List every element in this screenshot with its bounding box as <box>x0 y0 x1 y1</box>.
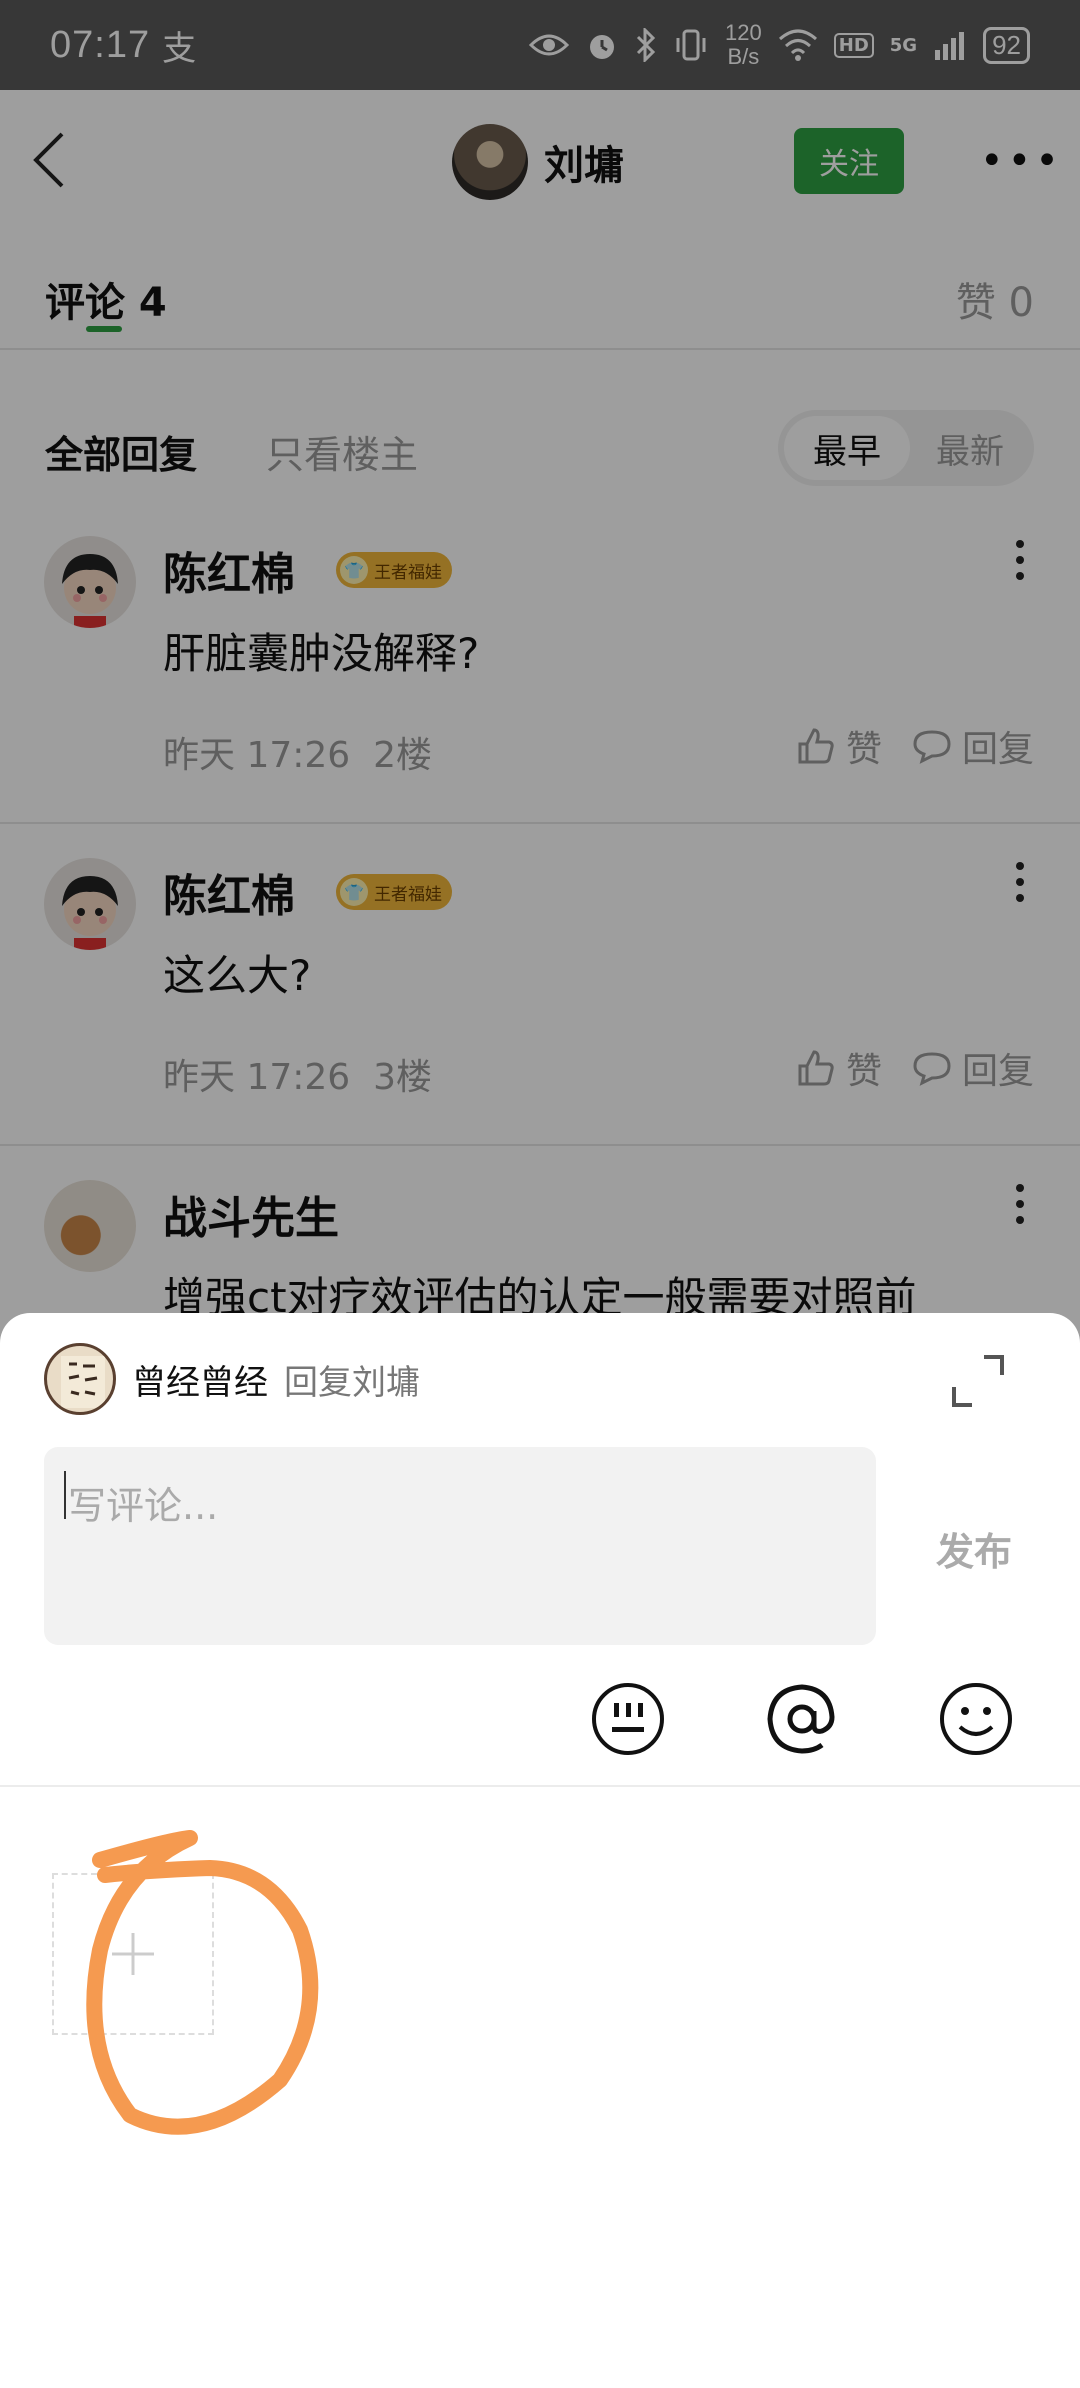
emoji-icon[interactable] <box>938 1681 1014 1757</box>
reply-target: 回复刘墉 <box>284 1362 420 1403</box>
comment-input[interactable]: 写评论... <box>44 1447 876 1645</box>
annotation-circle <box>86 1830 319 2135</box>
sheet-divider <box>0 1785 1080 1787</box>
composer-toolbar <box>0 1671 1080 1781</box>
keyboard-icon[interactable] <box>590 1681 666 1757</box>
current-user-name: 曾经曾经 <box>132 1362 268 1403</box>
input-placeholder: 写评论... <box>68 1484 219 1528</box>
user-avatar <box>44 1343 116 1415</box>
expand-icon[interactable] <box>950 1353 1006 1409</box>
calligraphy-avatar <box>61 1356 105 1408</box>
text-cursor <box>64 1471 66 1519</box>
at-mention-icon[interactable] <box>764 1681 840 1757</box>
publish-button[interactable]: 发布 <box>936 1521 1012 1576</box>
reply-context: 曾经曾经 回复刘墉 <box>44 1343 420 1415</box>
